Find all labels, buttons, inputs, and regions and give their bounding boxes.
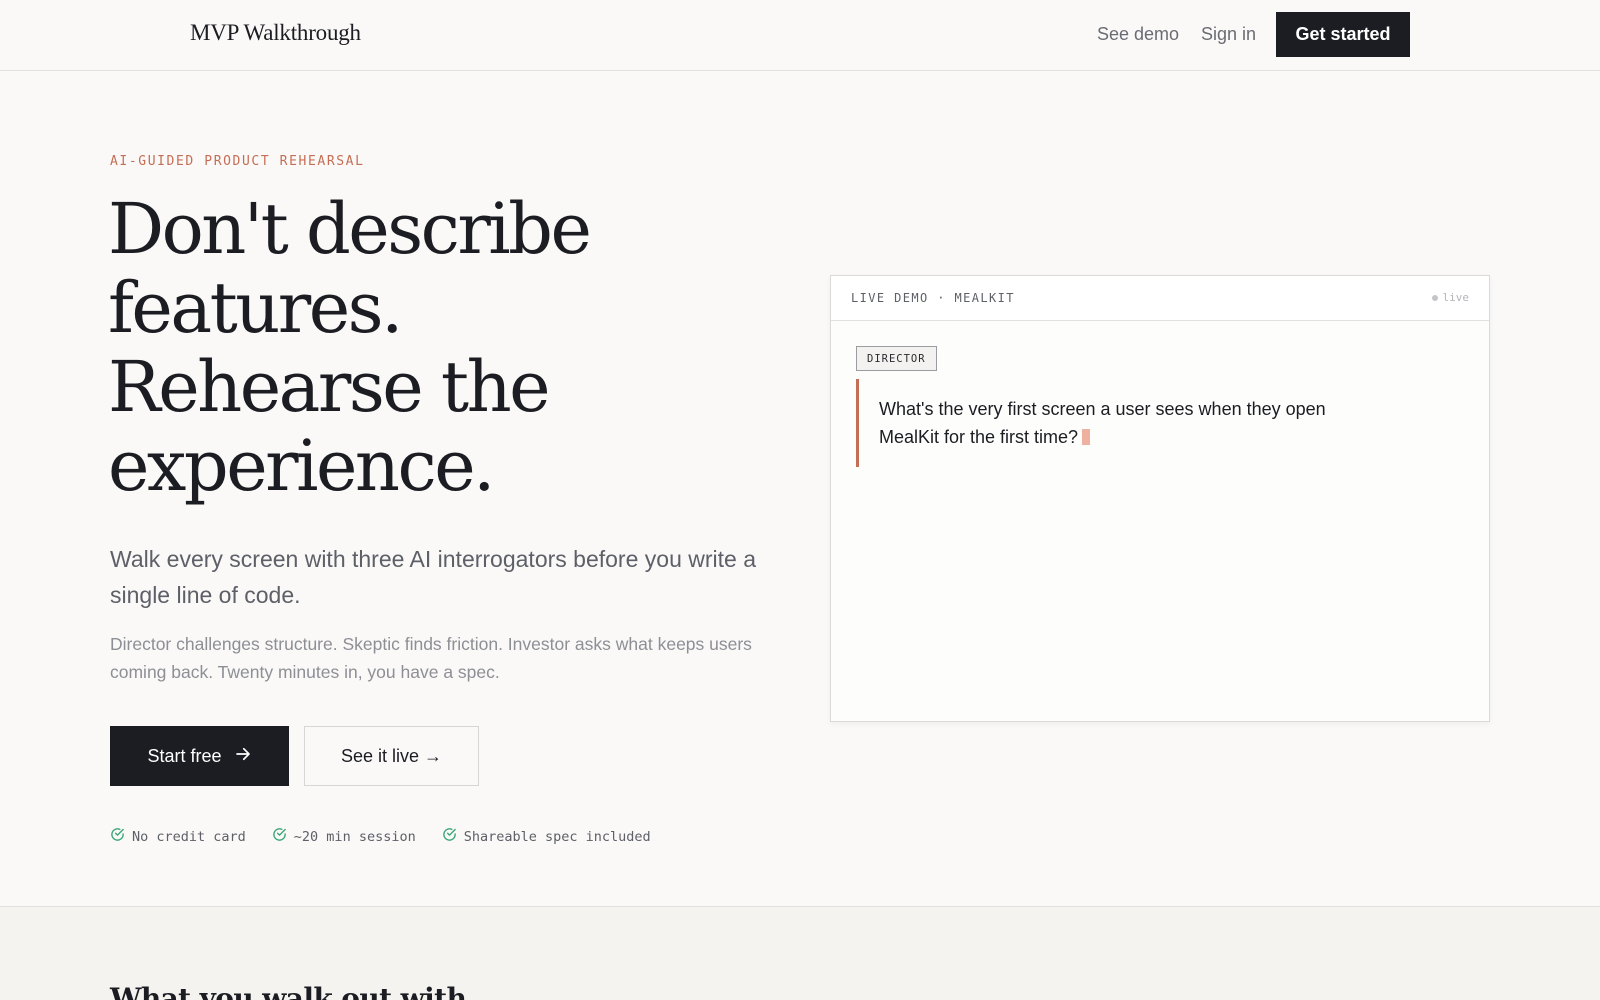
headline-line: Don't describe bbox=[108, 188, 592, 270]
check-item: Shareable spec included bbox=[442, 827, 651, 846]
brand-logo[interactable]: MVP Walkthrough bbox=[190, 20, 361, 46]
live-demo-card: LIVE DEMO · MEALKIT live DIRECTOR What's… bbox=[830, 275, 1490, 722]
check-circle-icon bbox=[110, 827, 125, 846]
check-item: ~20 min session bbox=[272, 827, 416, 846]
check-item: No credit card bbox=[110, 827, 246, 846]
check-circle-icon bbox=[272, 827, 287, 846]
check-circle-icon bbox=[442, 827, 457, 846]
check-label: No credit card bbox=[132, 828, 246, 845]
director-question: What's the very first screen a user sees… bbox=[856, 379, 1376, 467]
get-started-button[interactable]: Get started bbox=[1276, 12, 1410, 57]
start-free-button[interactable]: Start free bbox=[110, 726, 289, 786]
demo-card-header: LIVE DEMO · MEALKIT live bbox=[831, 276, 1489, 321]
demo-title: LIVE DEMO · MEALKIT bbox=[851, 291, 1015, 305]
headline-line: Rehearse the bbox=[108, 346, 551, 428]
nav-see-demo-link[interactable]: See demo bbox=[1097, 24, 1179, 45]
live-dot-icon bbox=[1431, 294, 1438, 301]
see-it-live-button[interactable]: See it live → bbox=[304, 726, 479, 786]
arrow-right-icon bbox=[234, 745, 252, 768]
hero-subhead: Walk every screen with three AI interrog… bbox=[110, 546, 756, 608]
section-title: What you walk out with bbox=[110, 982, 467, 1000]
feature-checks: No credit card ~20 min session Shareable… bbox=[110, 827, 651, 846]
headline-line: experience. bbox=[108, 425, 495, 507]
start-free-label: Start free bbox=[147, 745, 222, 766]
typing-cursor-icon bbox=[1082, 429, 1091, 445]
hero-eyebrow: AI-GUIDED PRODUCT REHEARSAL bbox=[110, 154, 365, 169]
live-status: live bbox=[1431, 291, 1470, 304]
check-label: ~20 min session bbox=[293, 828, 416, 845]
hero-headline: Don't describe features. Rehearse the ex… bbox=[108, 190, 758, 506]
question-text: What's the very first screen a user sees… bbox=[879, 399, 1326, 447]
role-badge: DIRECTOR bbox=[856, 346, 937, 371]
headline-line: features. bbox=[108, 267, 403, 349]
next-section: What you walk out with bbox=[0, 906, 1600, 1000]
live-status-label: live bbox=[1442, 291, 1470, 304]
nav-sign-in-link[interactable]: Sign in bbox=[1201, 24, 1256, 45]
hero-body: Director challenges structure. Skeptic f… bbox=[110, 634, 752, 682]
top-nav: MVP Walkthrough See demo Sign in Get sta… bbox=[0, 0, 1600, 71]
check-label: Shareable spec included bbox=[463, 828, 651, 845]
